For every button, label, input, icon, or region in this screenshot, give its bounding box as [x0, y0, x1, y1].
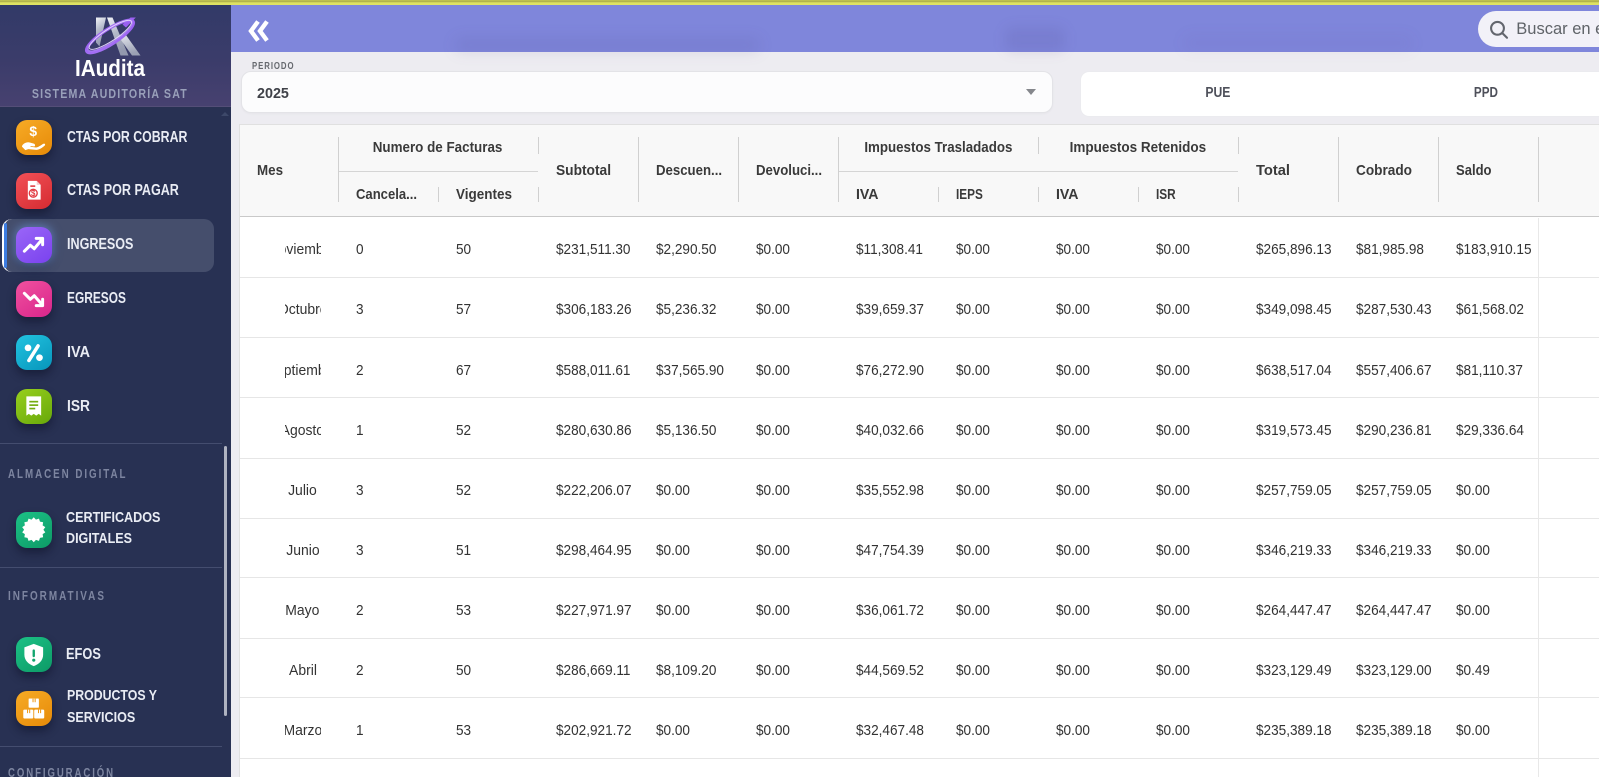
svg-text:$: $ [31, 189, 36, 198]
svg-text:$: $ [30, 124, 38, 139]
